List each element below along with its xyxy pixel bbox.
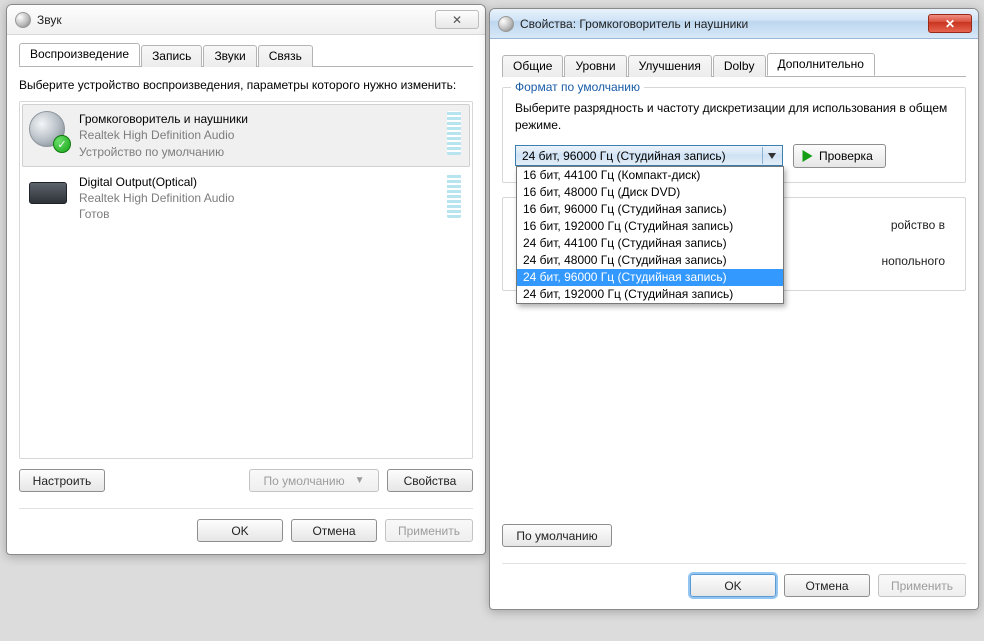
close-button[interactable]: ✕ [435, 10, 479, 29]
format-option[interactable]: 24 бит, 48000 Гц (Студийная запись) [517, 252, 783, 269]
device-status: Готов [79, 206, 437, 222]
format-option[interactable]: 24 бит, 192000 Гц (Студийная запись) [517, 286, 783, 303]
cancel-button[interactable]: Отмена [291, 519, 377, 542]
tab-dolby[interactable]: Dolby [713, 55, 766, 77]
default-check-icon: ✓ [53, 135, 71, 153]
group-legend: Формат по умолчанию [511, 80, 644, 94]
test-button[interactable]: Проверка [793, 144, 886, 168]
speaker-app-icon [15, 12, 31, 28]
default-format-group: Формат по умолчанию Выберите разрядность… [502, 87, 966, 183]
tab-enhancements[interactable]: Улучшения [628, 55, 712, 77]
close-icon: ✕ [452, 14, 462, 26]
speaker-icon: ✓ [29, 111, 69, 151]
format-option[interactable]: 16 бит, 192000 Гц (Студийная запись) [517, 218, 783, 235]
format-combo-value: 24 бит, 96000 Гц (Студийная запись) [522, 149, 726, 163]
props-window-title: Свойства: Громкоговоритель и наушники [520, 17, 928, 31]
device-status: Устройство по умолчанию [79, 144, 437, 160]
device-item-speakers[interactable]: ✓ Громкоговоритель и наушники Realtek Hi… [22, 104, 470, 167]
device-list: ✓ Громкоговоритель и наушники Realtek Hi… [19, 101, 473, 459]
format-dropdown[interactable]: 16 бит, 44100 Гц (Компакт-диск)16 бит, 4… [516, 166, 784, 304]
speaker-app-icon [498, 16, 514, 32]
tab-communications[interactable]: Связь [258, 45, 313, 67]
format-option[interactable]: 16 бит, 44100 Гц (Компакт-диск) [517, 167, 783, 184]
properties-button[interactable]: Свойства [387, 469, 473, 492]
ok-button[interactable]: OK [197, 519, 283, 542]
device-name: Digital Output(Optical) [79, 174, 437, 190]
restore-defaults-button[interactable]: По умолчанию [502, 524, 612, 547]
sound-tabs: Воспроизведение Запись Звуки Связь [19, 43, 473, 67]
device-item-optical[interactable]: Digital Output(Optical) Realtek High Def… [22, 167, 470, 230]
ok-button[interactable]: OK [690, 574, 776, 597]
configure-button[interactable]: Настроить [19, 469, 105, 492]
tab-sounds[interactable]: Звуки [203, 45, 256, 67]
props-tabs: Общие Уровни Улучшения Dolby Дополнитель… [502, 53, 966, 77]
format-option[interactable]: 24 бит, 44100 Гц (Студийная запись) [517, 235, 783, 252]
sound-titlebar: Звук ✕ [7, 5, 485, 35]
device-name: Громкоговоритель и наушники [79, 111, 437, 127]
optical-icon [29, 174, 69, 214]
tab-levels[interactable]: Уровни [564, 55, 626, 77]
group-instruction: Выберите разрядность и частоту дискретиз… [515, 100, 953, 134]
device-driver: Realtek High Definition Audio [79, 190, 437, 206]
volume-meter-icon [447, 111, 461, 155]
apply-button[interactable]: Применить [878, 574, 966, 597]
format-option[interactable]: 16 бит, 96000 Гц (Студийная запись) [517, 201, 783, 218]
tab-recording[interactable]: Запись [141, 45, 202, 67]
chevron-down-icon [762, 147, 780, 164]
close-button[interactable]: ✕ [928, 14, 972, 33]
cancel-button[interactable]: Отмена [784, 574, 870, 597]
close-icon: ✕ [945, 18, 955, 30]
tab-playback[interactable]: Воспроизведение [19, 43, 140, 66]
format-option[interactable]: 24 бит, 96000 Гц (Студийная запись) [517, 269, 783, 286]
device-driver: Realtek High Definition Audio [79, 127, 437, 143]
format-combo[interactable]: 24 бит, 96000 Гц (Студийная запись) 16 б… [515, 145, 783, 166]
apply-button[interactable]: Применить [385, 519, 473, 542]
tab-advanced[interactable]: Дополнительно [767, 53, 875, 76]
props-titlebar: Свойства: Громкоговоритель и наушники ✕ [490, 9, 978, 39]
format-option[interactable]: 16 бит, 48000 Гц (Диск DVD) [517, 184, 783, 201]
sound-window-title: Звук [37, 13, 435, 27]
playback-instruction: Выберите устройство воспроизведения, пар… [19, 77, 473, 93]
play-icon [802, 150, 813, 162]
set-default-button[interactable]: По умолчанию ▼ [249, 469, 379, 492]
tab-general[interactable]: Общие [502, 55, 563, 77]
chevron-down-icon: ▼ [355, 475, 365, 486]
volume-meter-icon [447, 174, 461, 218]
